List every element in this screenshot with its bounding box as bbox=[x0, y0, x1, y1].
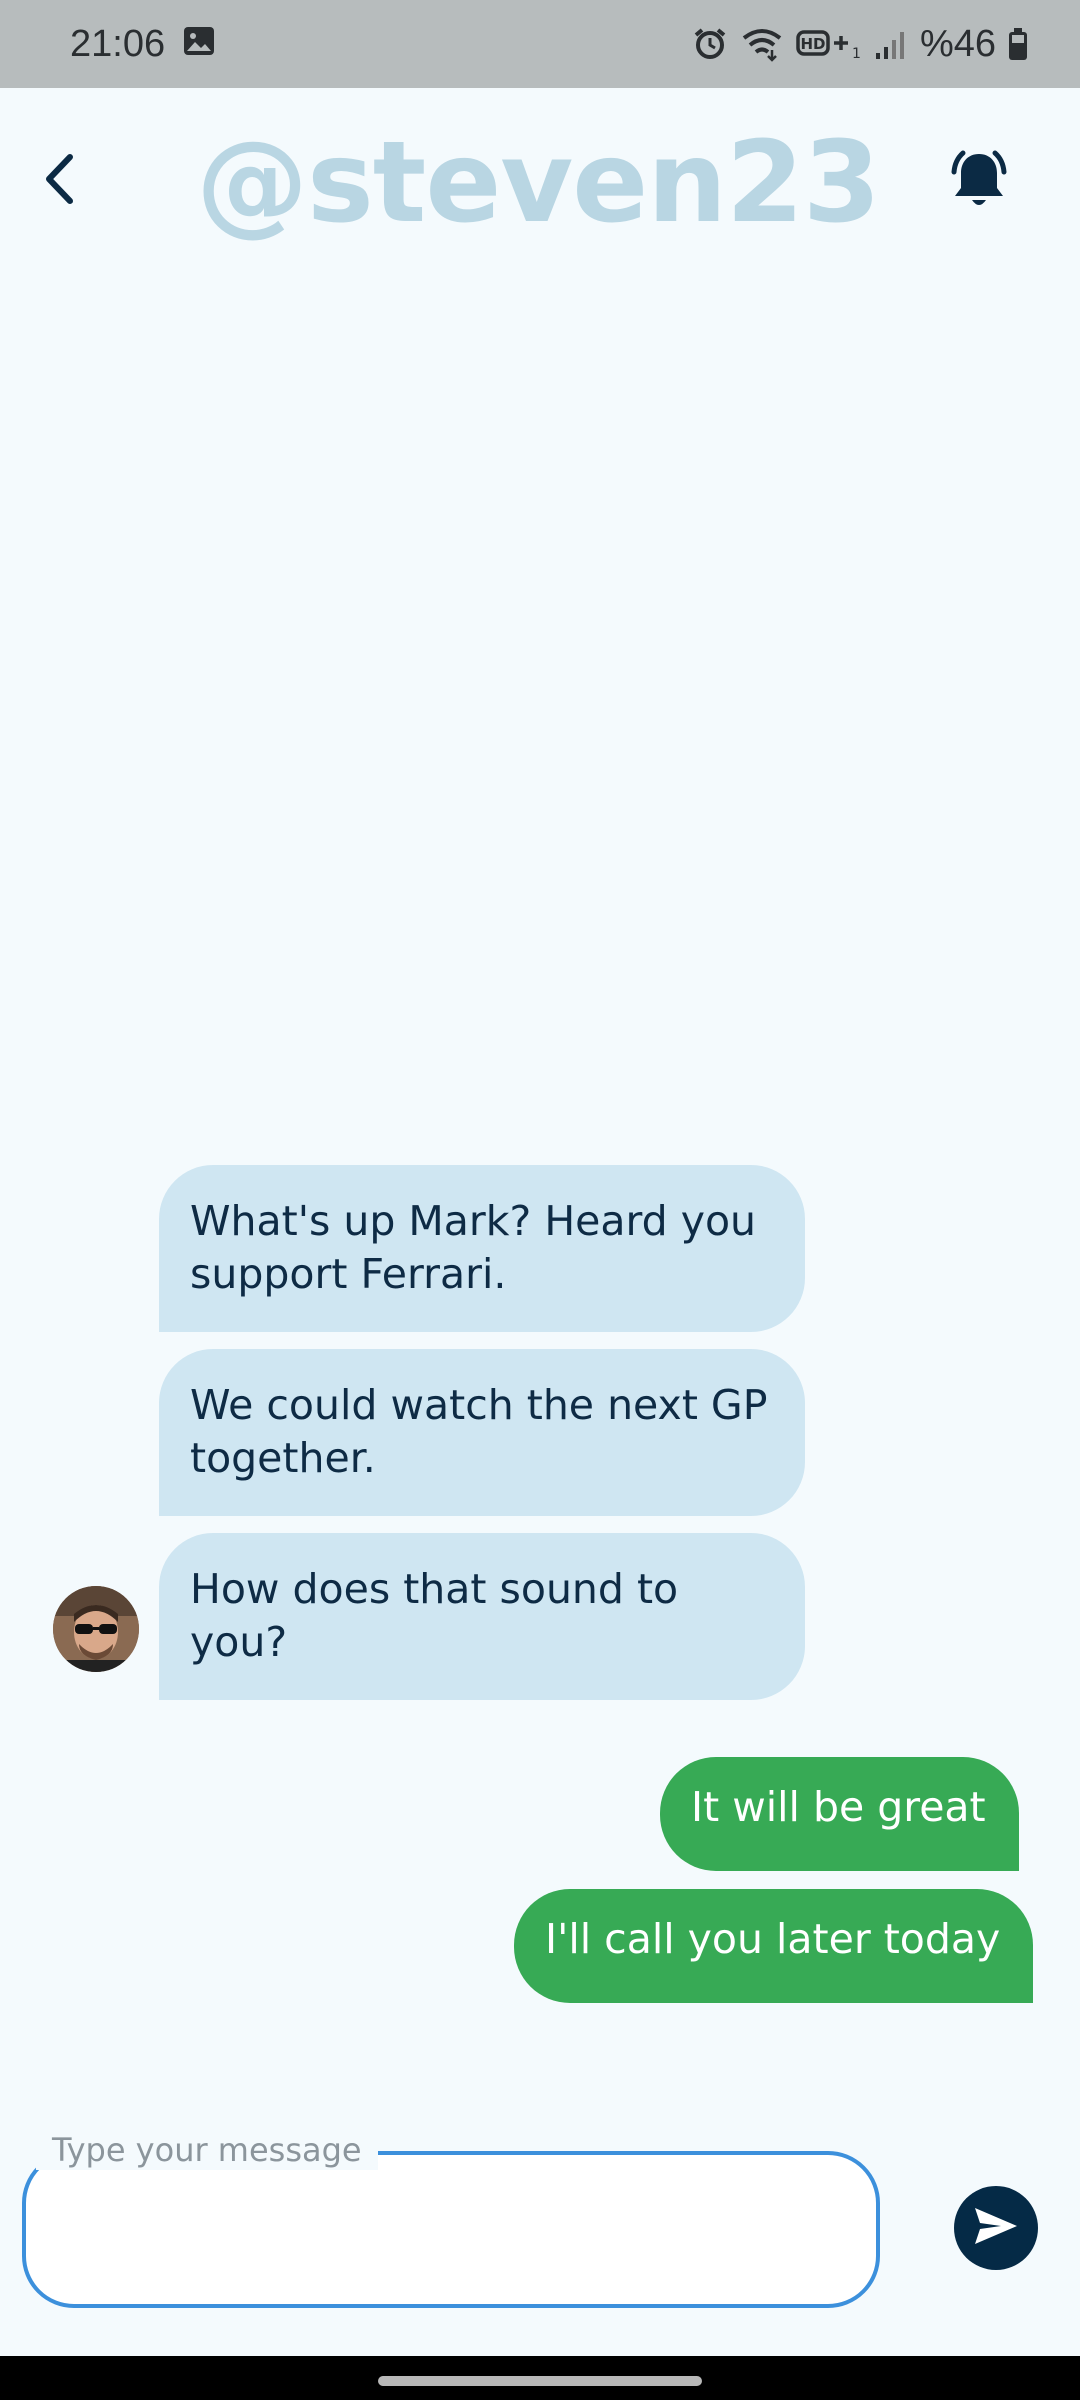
home-indicator[interactable] bbox=[378, 2376, 702, 2386]
svg-text:1: 1 bbox=[852, 46, 861, 62]
notifications-button[interactable] bbox=[946, 148, 1012, 218]
svg-text:HD: HD bbox=[800, 35, 825, 53]
back-button[interactable] bbox=[36, 146, 82, 216]
avatar[interactable] bbox=[53, 1586, 139, 1672]
message-text: I'll call you later today bbox=[545, 1915, 1001, 1963]
chat-header: @steven23 bbox=[0, 88, 1080, 278]
message-bubble-incoming[interactable]: How does that sound to you? bbox=[159, 1533, 805, 1700]
status-left: 21:06 bbox=[70, 23, 215, 66]
battery-icon bbox=[1008, 27, 1028, 61]
hd-plus-icon: HD 1 bbox=[796, 26, 862, 62]
chevron-left-icon bbox=[42, 153, 76, 210]
status-bar: 21:06 HD 1 %46 bbox=[0, 0, 1080, 88]
message-text: What's up Mark? Heard you support Ferrar… bbox=[190, 1197, 757, 1298]
message-input-label: Type your message bbox=[36, 2130, 378, 2170]
status-right: HD 1 %46 bbox=[692, 23, 1028, 66]
send-button[interactable] bbox=[954, 2186, 1038, 2270]
signal-icon bbox=[874, 27, 908, 61]
bell-ringing-icon bbox=[946, 148, 1012, 219]
send-icon bbox=[971, 2204, 1021, 2253]
message-input[interactable] bbox=[26, 2155, 876, 2304]
message-bubble-incoming[interactable]: We could watch the next GP together. bbox=[159, 1349, 805, 1516]
message-text: How does that sound to you? bbox=[190, 1565, 679, 1666]
message-text: It will be great bbox=[691, 1783, 986, 1831]
message-input-container[interactable] bbox=[22, 2151, 880, 2308]
status-time: 21:06 bbox=[70, 22, 166, 65]
image-icon bbox=[183, 23, 215, 66]
message-bubble-outgoing[interactable]: It will be great bbox=[660, 1757, 1019, 1871]
system-nav-bar bbox=[0, 2356, 1080, 2400]
wifi-icon bbox=[740, 26, 784, 62]
message-bubble-incoming[interactable]: What's up Mark? Heard you support Ferrar… bbox=[159, 1165, 805, 1332]
message-bubble-outgoing[interactable]: I'll call you later today bbox=[514, 1889, 1034, 2003]
alarm-icon bbox=[692, 26, 728, 62]
battery-text: %46 bbox=[919, 22, 996, 65]
message-text: We could watch the next GP together. bbox=[190, 1381, 768, 1482]
page-title: @steven23 bbox=[196, 118, 881, 248]
